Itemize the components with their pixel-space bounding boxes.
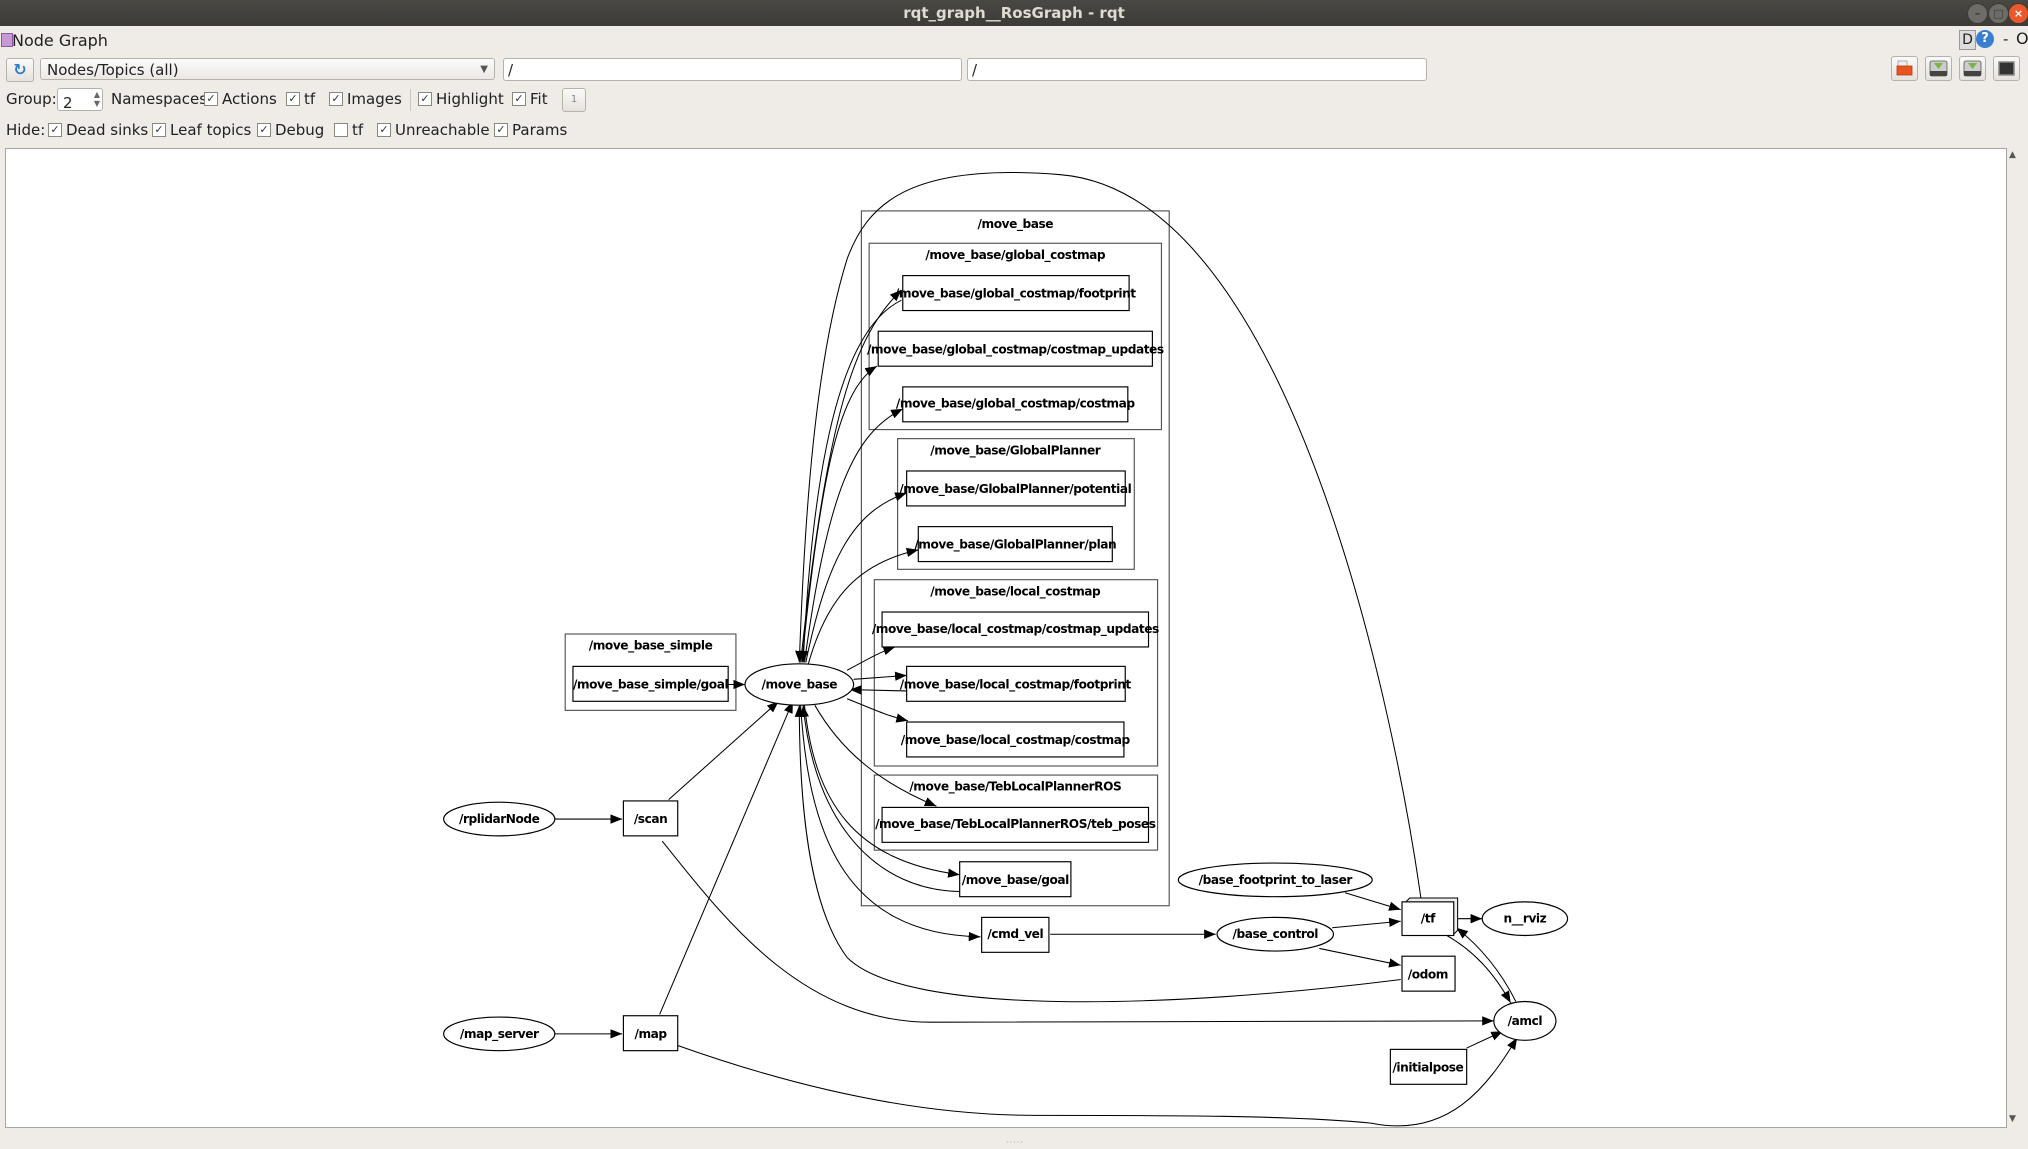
close-plugin-button[interactable]: O (2016, 29, 2028, 48)
minimize-button[interactable]: – (1967, 3, 1988, 24)
debug-label: Debug (275, 121, 325, 139)
save-svg-button[interactable] (1959, 56, 1986, 81)
d-button[interactable]: D (1959, 30, 1976, 50)
save-image-button[interactable] (1993, 56, 2020, 81)
scroll-up-icon[interactable]: ▲ (2009, 150, 2016, 160)
minimize-plugin-button[interactable]: - (2003, 30, 2008, 48)
vertical-scrollbar[interactable]: ▲ ▼ (2007, 148, 2021, 1128)
hide-tf-checkbox[interactable] (334, 123, 348, 137)
leaf-topics-label: Leaf topics (170, 121, 252, 139)
fit-in-view-button[interactable]: 1 (562, 88, 586, 112)
group-label: Group: (6, 90, 57, 108)
hide-row: Hide: ✓ Dead sinks ✓ Leaf topics ✓ Debug… (0, 118, 2028, 142)
close-button[interactable]: × (2008, 3, 2028, 24)
images-label: Images (347, 90, 402, 108)
group-spinbox[interactable]: 2 ▲ ▼ (57, 88, 103, 112)
actions-label: Actions (222, 90, 277, 108)
group-value: 2 (63, 94, 73, 112)
namespaces-label: Namespaces (111, 90, 208, 108)
help-icon[interactable]: ? (1976, 30, 1994, 48)
hide-tf-label: tf (352, 121, 364, 139)
scroll-down-icon[interactable]: ▼ (2009, 1114, 2016, 1124)
actions-checkbox[interactable]: ✓ (204, 92, 218, 106)
divider (410, 89, 411, 111)
folder-icon (1896, 60, 1913, 76)
tf-label: tf (304, 90, 316, 108)
tf-checkbox[interactable]: ✓ (286, 92, 300, 106)
highlight-checkbox[interactable]: ✓ (418, 92, 432, 106)
plugin-header: Node Graph D ? - O (0, 28, 2028, 52)
refresh-icon: ↻ (13, 60, 27, 79)
topic-filter-input[interactable]: / (967, 58, 1427, 81)
debug-checkbox[interactable]: ✓ (257, 123, 271, 137)
save-icon (1929, 60, 1948, 77)
images-checkbox[interactable]: ✓ (329, 92, 343, 106)
maximize-button[interactable]: □ (1988, 3, 2009, 24)
dead-sinks-label: Dead sinks (66, 121, 149, 139)
graph-type-select[interactable]: Nodes/Topics (all) ▼ (40, 58, 495, 80)
refresh-button[interactable]: ↻ (6, 58, 34, 82)
fit-checkbox[interactable]: ✓ (512, 92, 526, 106)
resize-grip[interactable]: ····· (1006, 1138, 1024, 1147)
spin-arrows-icon[interactable]: ▲ ▼ (94, 90, 100, 108)
plugin-title: Node Graph (12, 31, 108, 50)
params-label: Params (512, 121, 568, 139)
options-row: Group: 2 ▲ ▼ Namespaces ✓ Actions ✓ tf ✓ … (0, 87, 2028, 112)
unreachable-checkbox[interactable]: ✓ (377, 123, 391, 137)
params-checkbox[interactable]: ✓ (494, 123, 508, 137)
dead-sinks-checkbox[interactable]: ✓ (48, 123, 62, 137)
graph-type-value: Nodes/Topics (all) (47, 61, 179, 79)
unreachable-label: Unreachable (395, 121, 490, 139)
screen-icon (1998, 61, 2015, 76)
graph-canvas[interactable] (5, 148, 2007, 1128)
fit-label: Fit (530, 90, 548, 108)
leaf-topics-checkbox[interactable]: ✓ (152, 123, 166, 137)
window-title: rqt_graph__RosGraph - rqt (903, 4, 1125, 22)
save-dot-button[interactable] (1925, 56, 1952, 81)
hide-label: Hide: (6, 121, 46, 139)
node-filter-input[interactable]: / (503, 58, 962, 81)
highlight-label: Highlight (436, 90, 504, 108)
chevron-down-icon: ▼ (480, 64, 488, 75)
toolbar: ↻ Nodes/Topics (all) ▼ / / (0, 56, 2028, 84)
window-titlebar: rqt_graph__RosGraph - rqt – □ × (0, 0, 2028, 26)
save-image-icon (1963, 60, 1982, 77)
load-dot-button[interactable] (1891, 56, 1918, 81)
